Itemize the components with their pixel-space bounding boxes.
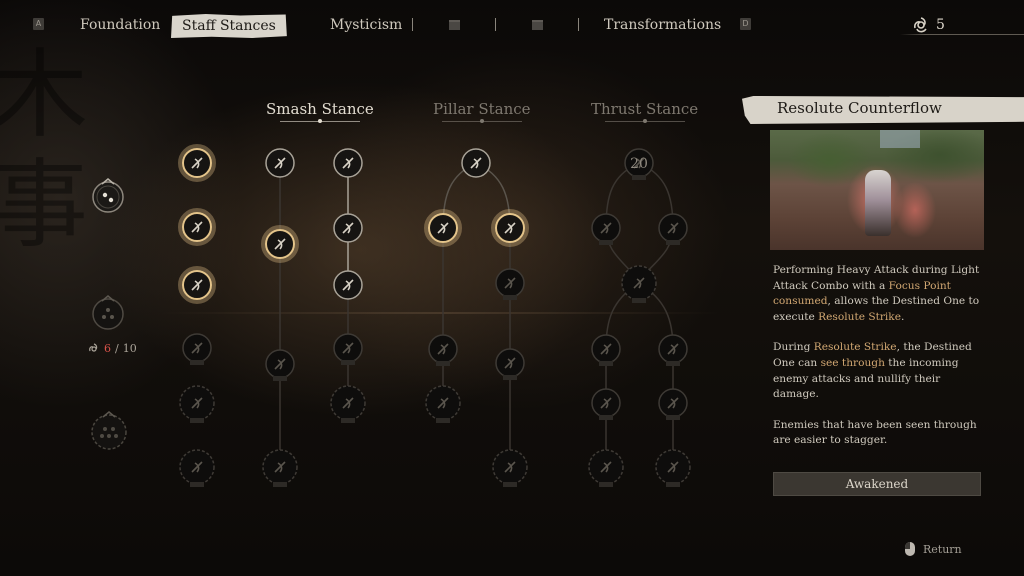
- thrust-root-label: 20: [630, 156, 648, 172]
- skill-node[interactable]: [591, 388, 621, 420]
- currency-display: 5: [912, 14, 945, 36]
- description-paragraph: Enemies that have been seen through are …: [773, 418, 985, 449]
- skill-node-unlocked[interactable]: [424, 209, 462, 247]
- spark-icon: [914, 17, 927, 33]
- skill-node[interactable]: [333, 148, 363, 178]
- keyword-highlight: Resolute Strike: [813, 341, 897, 354]
- skill-node[interactable]: [461, 148, 491, 178]
- skill-node-unlocked[interactable]: [491, 209, 529, 247]
- skill-node[interactable]: [428, 334, 458, 366]
- next-tab-key[interactable]: D: [740, 18, 751, 30]
- skill-node-locked[interactable]: [179, 385, 215, 423]
- preview-character: [865, 170, 891, 236]
- skill-node-unlocked[interactable]: [261, 225, 299, 263]
- skill-node[interactable]: [333, 333, 363, 365]
- skill-node-locked[interactable]: [262, 449, 298, 487]
- description-text: During: [773, 341, 814, 354]
- skill-title-banner: Resolute Counterflow: [742, 96, 1024, 124]
- skill-node[interactable]: [333, 213, 363, 243]
- skill-node-locked[interactable]: [492, 449, 528, 487]
- currency-value: 5: [936, 17, 945, 33]
- return-label: Return: [923, 542, 962, 556]
- skill-node-locked[interactable]: [425, 385, 461, 423]
- skill-status-button[interactable]: Awakened: [773, 472, 981, 496]
- skill-node[interactable]: [495, 348, 525, 380]
- skill-node[interactable]: [265, 148, 295, 178]
- skill-preview-image: [770, 130, 984, 250]
- skill-description: Performing Heavy Attack during Light Att…: [773, 263, 985, 464]
- skill-node-unlocked[interactable]: [178, 266, 216, 304]
- skill-node[interactable]: [658, 388, 688, 420]
- skill-title: Resolute Counterflow: [777, 99, 942, 117]
- skill-node-unlocked[interactable]: [178, 208, 216, 246]
- return-button[interactable]: Return: [905, 542, 962, 556]
- description-text: Enemies that have been seen through are …: [773, 418, 977, 447]
- currency-underline: [900, 34, 1024, 35]
- skill-node[interactable]: [182, 333, 212, 365]
- skill-node-locked[interactable]: [330, 385, 366, 423]
- description-paragraph: During Resolute Strike, the Destined One…: [773, 340, 985, 402]
- skill-node[interactable]: [658, 213, 688, 245]
- description-paragraph: Performing Heavy Attack during Light Att…: [773, 263, 985, 325]
- skill-node[interactable]: [265, 349, 295, 381]
- skill-node-locked[interactable]: [655, 449, 691, 487]
- skill-node-unlocked[interactable]: [178, 144, 216, 182]
- preview-sky: [880, 130, 920, 148]
- skill-node-locked[interactable]: [179, 449, 215, 487]
- keyword-highlight: see through: [820, 356, 885, 369]
- skill-node[interactable]: [591, 213, 621, 245]
- skill-node-locked[interactable]: [588, 449, 624, 487]
- skill-node[interactable]: [658, 334, 688, 366]
- keyword-highlight: Resolute Strike: [818, 310, 901, 323]
- skill-node-locked[interactable]: [621, 265, 657, 303]
- skill-node[interactable]: [495, 268, 525, 300]
- skill-tree: 20: [178, 144, 691, 487]
- skill-node[interactable]: [591, 334, 621, 366]
- skill-node[interactable]: [333, 270, 363, 300]
- description-text: .: [901, 310, 905, 323]
- mouse-icon: [905, 542, 915, 556]
